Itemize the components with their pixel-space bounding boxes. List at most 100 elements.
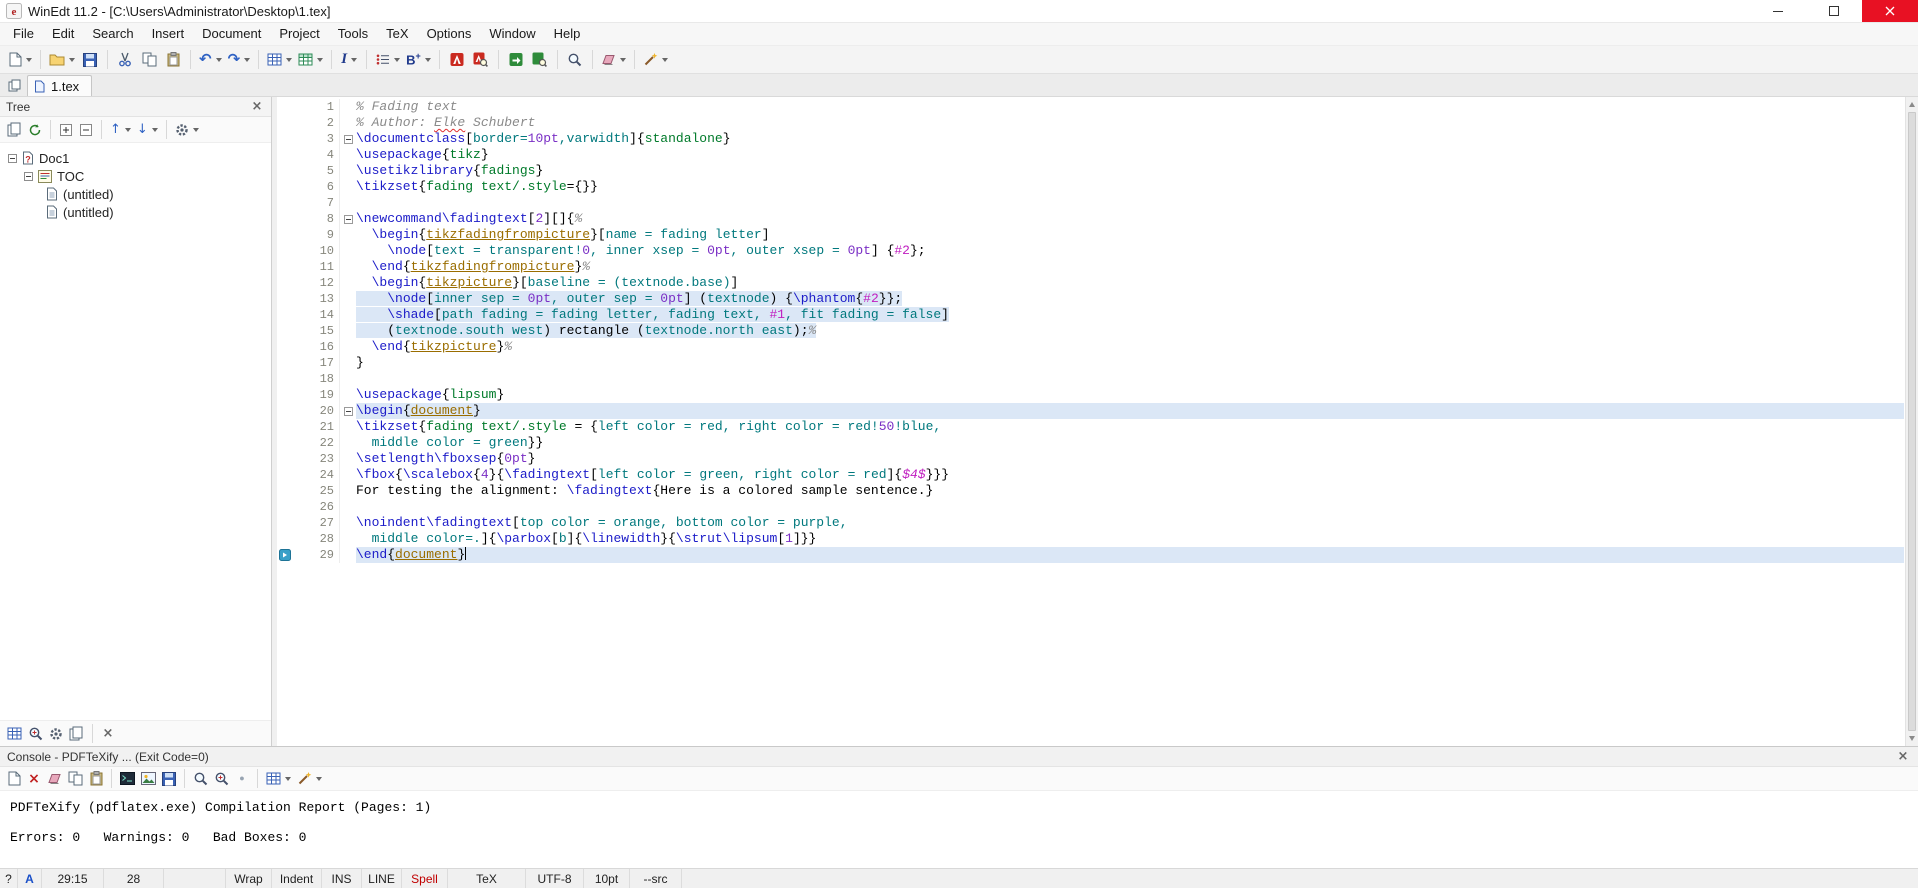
console-close-icon[interactable]: × [1895,750,1911,763]
tree-refresh-button[interactable] [25,120,45,140]
dropdown-arrow-icon[interactable] [394,57,401,62]
dropdown-arrow-icon[interactable] [215,57,222,62]
code-line-22[interactable]: 22 middle color = green}} [277,435,1904,451]
macros-button[interactable] [640,48,671,72]
tex-font-style-button[interactable]: I [337,48,361,72]
dropdown-arrow-icon[interactable] [124,127,131,132]
dropdown-arrow-icon[interactable] [424,57,431,62]
status-wrap-toggle[interactable]: Wrap [226,869,272,888]
dropdown-arrow-icon[interactable] [26,57,32,62]
console-save-button[interactable] [159,769,179,789]
menu-window[interactable]: Window [480,23,544,45]
code-line-3[interactable]: 3 \documentclass[border=10pt,varwidth]{st… [277,131,1904,147]
insert-table-button[interactable] [264,48,295,72]
console-erase-button[interactable] [44,769,65,789]
minimize-button[interactable] [1750,0,1806,22]
status-modified-indicator[interactable] [164,869,226,888]
code-line-26[interactable]: 26 [277,499,1904,515]
menu-tex[interactable]: TeX [377,23,417,45]
tree-new-button[interactable] [4,120,25,140]
code-line-14[interactable]: 14 \shade[path fading = fading letter, f… [277,307,1904,323]
status-help[interactable]: ? [0,869,18,888]
expander-icon[interactable] [24,171,33,181]
insert-matrix-button[interactable] [295,48,326,72]
menu-insert[interactable]: Insert [143,23,194,45]
console-paste-button[interactable] [86,769,106,789]
insert-symbol-button[interactable]: B+ [403,48,434,72]
code-line-21[interactable]: 21 \tikzset{fading text/.style = {left co… [277,419,1904,435]
dropdown-arrow-icon[interactable] [351,57,358,62]
dropdown-arrow-icon[interactable] [151,127,158,132]
scrollbar-thumb[interactable] [1908,112,1916,731]
code-line-16[interactable]: 16 \end{tikzpicture}% [277,339,1904,355]
code-line-13[interactable]: 13 \node[inner sep = 0pt, outer sep = 0p… [277,291,1904,307]
tree-item-toc[interactable]: TOC [0,167,271,185]
code-line-24[interactable]: 24 \fbox{\scalebox{4}{\fadingtext[left co… [277,467,1904,483]
console-doc-button[interactable] [4,769,24,789]
status-spacer[interactable] [682,869,1918,888]
menu-search[interactable]: Search [83,23,142,45]
new-document-button[interactable] [5,48,35,72]
code-line-11[interactable]: 11 \end{tikzfadingfrompicture}% [277,259,1904,275]
status-font-size-indicator[interactable]: 10pt [584,869,630,888]
console-macros-button[interactable] [294,769,325,789]
status-insert-mode[interactable]: INS [322,869,362,888]
copy-button[interactable] [137,48,161,72]
panel-search-button[interactable] [25,724,46,744]
dropdown-arrow-icon[interactable] [286,57,293,62]
panel-edit-button[interactable] [66,724,87,744]
tree-item-untitled[interactable]: (untitled) [0,203,271,221]
fold-collapse-icon[interactable] [343,214,353,224]
menu-file[interactable]: File [4,23,43,45]
status-document-mode[interactable]: TeX [448,869,526,888]
redo-button[interactable]: ↷ [225,48,254,72]
console-copy-button[interactable] [65,769,86,789]
console-table-button[interactable] [263,769,294,789]
fold-collapse-icon[interactable] [343,406,353,416]
save-button[interactable] [78,48,102,72]
dropdown-arrow-icon[interactable] [285,776,291,781]
tree-remove-button[interactable] [76,120,96,140]
console-output[interactable]: PDFTeXify (pdflatex.exe) Compilation Rep… [0,791,1918,868]
code-line-8[interactable]: 8 \newcommand\fadingtext[2][]{% [277,211,1904,227]
panel-layout-button[interactable] [4,724,25,744]
console-image-button[interactable] [138,769,159,789]
console-find-button[interactable] [190,769,211,789]
dropdown-arrow-icon[interactable] [192,127,199,132]
open-file-button[interactable] [46,48,78,72]
code-line-20[interactable]: 20 \begin{document} [277,403,1904,419]
dropdown-arrow-icon[interactable] [244,57,251,62]
menu-project[interactable]: Project [270,23,328,45]
tree-insert-button[interactable] [56,120,76,140]
expander-icon[interactable] [8,153,17,163]
code-line-17[interactable]: 17} [277,355,1904,371]
dropdown-arrow-icon[interactable] [619,57,626,62]
code-line-4[interactable]: 4 \usepackage{tikz} [277,147,1904,163]
code-line-15[interactable]: 15 (textnode.south west) rectangle (text… [277,323,1904,339]
code-line-5[interactable]: 5 \usetikzlibrary{fadings} [277,163,1904,179]
console-record-button[interactable]: ● [232,769,252,789]
code-line-25[interactable]: 25 For testing the alignment: \fadingtext… [277,483,1904,499]
code-line-2[interactable]: 2 % Author: Elke Schubert [277,115,1904,131]
menu-edit[interactable]: Edit [43,23,83,45]
code-line-6[interactable]: 6 \tikzset{fading text/.style={}} [277,179,1904,195]
dropdown-arrow-icon[interactable] [317,57,324,62]
status-spell-toggle[interactable]: Spell [402,869,448,888]
status-src-toggle[interactable]: --src [630,869,682,888]
code-line-18[interactable]: 18 [277,371,1904,387]
console-close-output-button[interactable]: × [24,769,44,789]
tree-item-untitled[interactable]: (untitled) [0,185,271,203]
fold-collapse-icon[interactable] [343,134,353,144]
editor[interactable]: 1 % Fading text 2 % Author: Elke Schubert 3 \… [277,97,1918,746]
tab-1tex[interactable]: 1.tex [27,75,93,96]
tree-item-doc1[interactable]: ? Doc1 [0,149,271,167]
editor-vertical-scrollbar[interactable] [1905,97,1918,746]
status-encoding[interactable]: UTF-8 [526,869,584,888]
tree-close-icon[interactable]: × [249,100,265,113]
code-line-19[interactable]: 19 \usepackage{lipsum} [277,387,1904,403]
erase-output-button[interactable] [598,48,629,72]
code-line-10[interactable]: 10 \node[text = transparent!0, inner xse… [277,243,1904,259]
code-line-12[interactable]: 12 \begin{tikzpicture}[baseline = (textn… [277,275,1904,291]
panel-close-button[interactable]: × [98,724,118,744]
menu-options[interactable]: Options [418,23,481,45]
